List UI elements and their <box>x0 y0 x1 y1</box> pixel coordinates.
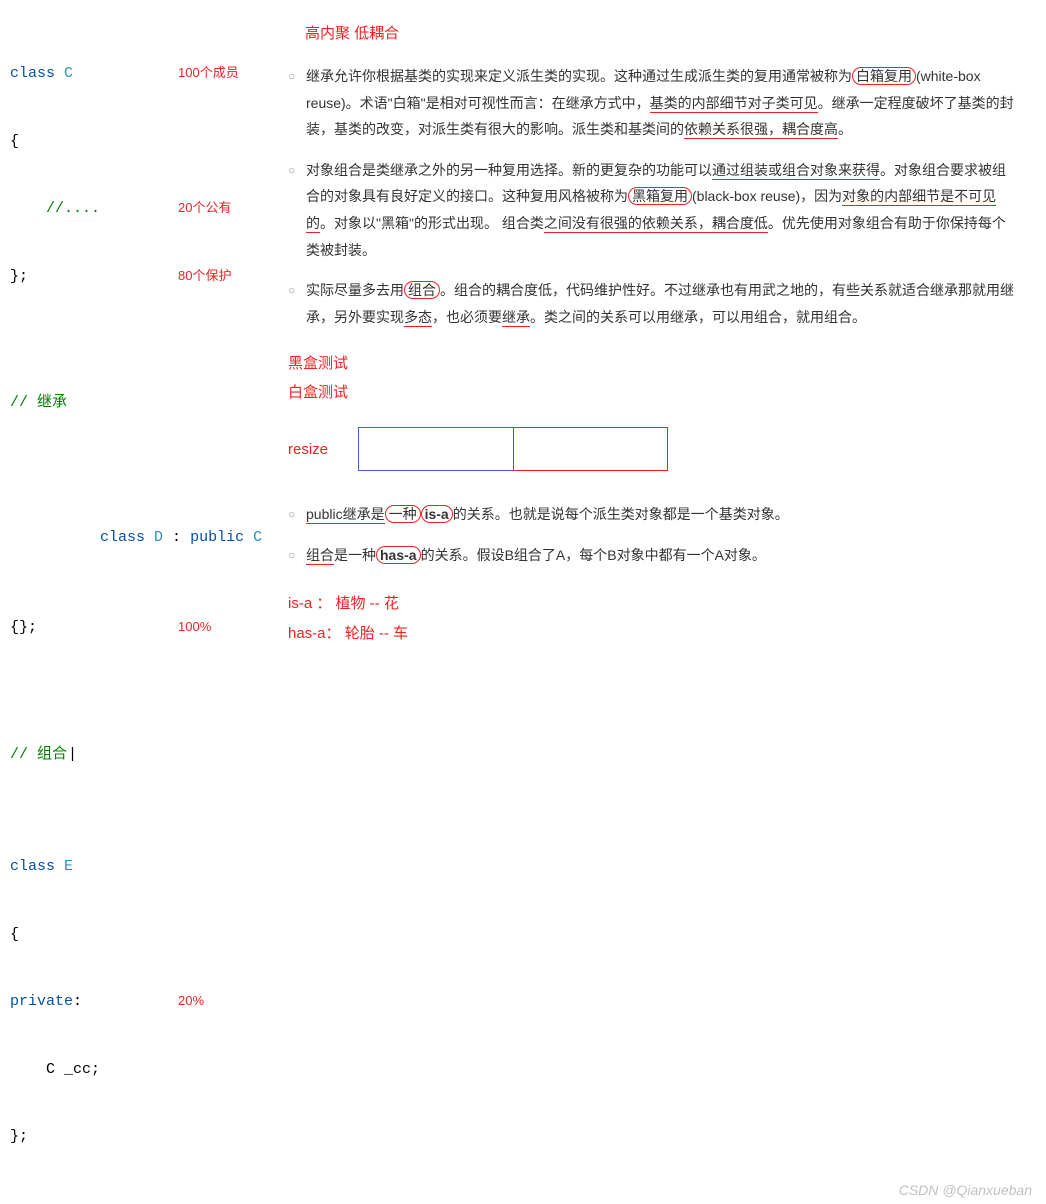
example-isa: is-a ： 植物 -- 花 <box>288 589 1016 619</box>
anno-public: 20个公有 <box>178 198 231 218</box>
comment-dots: //.... <box>10 200 100 217</box>
cls-c: C <box>55 65 73 82</box>
examples-block: is-a ： 植物 -- 花 has-a： 轮胎 -- 车 <box>288 589 1016 649</box>
anno-20: 20% <box>178 991 204 1011</box>
brace: { <box>10 131 170 154</box>
code-block-e: class E { private: 20% C _cc; }; <box>10 811 260 1194</box>
anno-members: 100个成员 <box>178 63 239 83</box>
resize-label: resize <box>288 441 328 458</box>
bullet-isa: public继承是一种is-a的关系。也就是说每个派生类对象都是一个基类对象。 <box>288 501 1016 528</box>
bullet-compose: 对象组合是类继承之外的另一种复用选择。新的更复杂的功能可以通过组装或组合对象来获… <box>288 157 1016 263</box>
whitebox-test: 白盒测试 <box>288 379 1016 408</box>
comment-inherit: // 继承 <box>10 392 67 415</box>
cohesion-heading: 高内聚 低耦合 <box>305 22 1016 43</box>
bullet-inherit: 继承允许你根据基类的实现来定义派生类的实现。这种通过生成派生类的复用通常被称为白… <box>288 63 1016 143</box>
bullet-list-2: public继承是一种is-a的关系。也就是说每个派生类对象都是一个基类对象。 … <box>280 501 1016 568</box>
blackbox-test: 黑盒测试 <box>288 350 1016 379</box>
testing-block: 黑盒测试 白盒测试 <box>288 350 1016 407</box>
anno-protected: 80个保护 <box>178 266 231 286</box>
anno-100: 100% <box>178 617 211 637</box>
code-block-d: class D : public C {}; 100% <box>10 460 260 685</box>
box-left <box>358 427 514 471</box>
bullet-list-1: 继承允许你根据基类的实现来定义派生类的实现。这种通过生成派生类的复用通常被称为白… <box>280 63 1016 330</box>
right-content: 高内聚 低耦合 继承允许你根据基类的实现来定义派生类的实现。这种通过生成派生类的… <box>280 10 1036 1194</box>
kw-class: class <box>10 65 55 82</box>
resize-row: resize <box>288 427 1016 471</box>
code-block-c: class C 100个成员 { //.... 20个公有 }; 80个保护 <box>10 18 260 333</box>
box-right <box>513 427 669 471</box>
brace-close: }; <box>10 266 170 289</box>
split-box <box>358 427 668 471</box>
bullet-hasa: 组合是一种has-a的关系。假设B组合了A，每个B对象中都有一个A对象。 <box>288 542 1016 569</box>
example-hasa: has-a： 轮胎 -- 车 <box>288 619 1016 649</box>
left-code-column: class C 100个成员 { //.... 20个公有 }; 80个保护 /… <box>10 10 260 1194</box>
watermark: CSDN @Qianxueban <box>899 1182 1032 1198</box>
bullet-practice: 实际尽量多去用组合。组合的耦合度低，代码维护性好。不过继承也有用武之地的，有些关… <box>288 277 1016 330</box>
comment-compose: // 组合 <box>10 744 77 767</box>
